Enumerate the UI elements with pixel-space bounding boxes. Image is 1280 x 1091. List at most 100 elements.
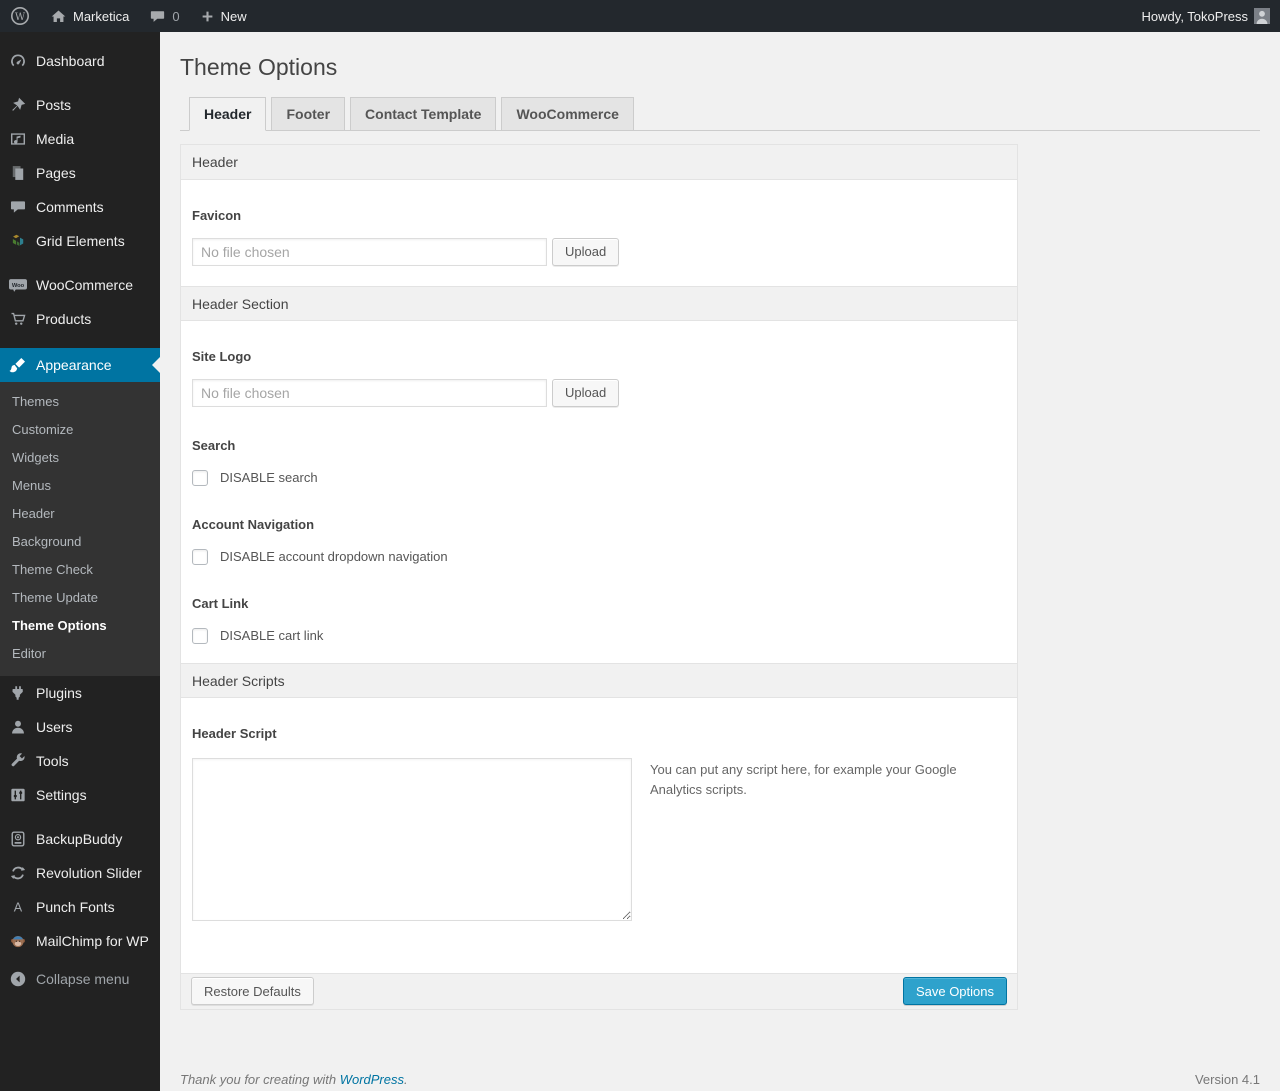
favicon-label: Favicon <box>192 207 242 223</box>
sidebar-item-punch-fonts[interactable]: A Punch Fonts <box>0 890 160 924</box>
submenu-item-editor[interactable]: Editor <box>0 640 160 668</box>
sidebar-item-posts[interactable]: Posts <box>0 88 160 122</box>
submenu-item-header[interactable]: Header <box>0 500 160 528</box>
submenu-item-theme-update[interactable]: Theme Update <box>0 584 160 612</box>
sidebar-item-settings[interactable]: Settings <box>0 778 160 812</box>
submenu-item-widgets[interactable]: Widgets <box>0 444 160 472</box>
sidebar-item-label: Media <box>36 131 75 147</box>
submenu-item-themes[interactable]: Themes <box>0 388 160 416</box>
version-label: Version 4.1 <box>1194 1071 1260 1087</box>
sidebar-item-products[interactable]: Products <box>0 302 160 336</box>
backup-drive-icon <box>8 829 28 849</box>
site-name-link[interactable]: Marketica <box>40 0 139 32</box>
submenu-item-theme-options[interactable]: Theme Options <box>0 612 160 640</box>
sidebar-item-media[interactable]: Media <box>0 122 160 156</box>
new-content-button[interactable]: New <box>190 0 257 32</box>
cart-icon <box>8 309 28 329</box>
letter-a-icon: A <box>8 897 28 917</box>
page-title: Theme Options <box>180 54 338 80</box>
account-navigation-field: Account Navigation DISABLE account dropd… <box>192 486 1006 565</box>
header-script-textarea[interactable] <box>192 757 632 921</box>
disable-search-checkbox[interactable] <box>192 469 208 486</box>
header-section-options-body: Site Logo Upload Search DISABLE search A… <box>181 320 1017 663</box>
tab-contact-template[interactable]: Contact Template <box>350 96 497 130</box>
site-logo-file-input[interactable] <box>192 378 547 407</box>
page-footer: Thank you for creating with WordPress. V… <box>180 1072 1260 1087</box>
sidebar-item-mailchimp[interactable]: MailChimp for WP <box>0 924 160 958</box>
admin-bar-right: Howdy, TokoPress <box>1132 0 1280 32</box>
sidebar-item-label: Grid Elements <box>36 233 125 249</box>
sidebar-item-label: Plugins <box>36 685 82 701</box>
sidebar-item-label: Users <box>36 719 73 735</box>
menu-separator <box>0 258 160 268</box>
section-header-scripts-title: Header Scripts <box>181 662 1017 698</box>
submenu-item-customize[interactable]: Customize <box>0 416 160 444</box>
sidebar-item-label: BackupBuddy <box>36 831 123 847</box>
grid-elements-icon <box>8 231 28 251</box>
sidebar-item-label: WooCommerce <box>36 277 133 293</box>
sidebar-item-dashboard[interactable]: Dashboard <box>0 44 160 78</box>
submenu-item-background[interactable]: Background <box>0 528 160 556</box>
sidebar-item-plugins[interactable]: Plugins <box>0 676 160 710</box>
admin-bar: W Marketica 0 New Howdy, TokoPress <box>0 0 1280 32</box>
tab-header[interactable]: Header <box>189 96 267 131</box>
sidebar-item-label: Revolution Slider <box>36 865 142 881</box>
main-content: Theme Options Header Footer Contact Temp… <box>160 32 1280 1091</box>
monkey-icon <box>8 931 28 951</box>
pages-icon <box>8 163 28 183</box>
sidebar-item-appearance[interactable]: Appearance <box>0 348 160 382</box>
sidebar-item-woocommerce[interactable]: Woo WooCommerce <box>0 268 160 302</box>
tab-footer[interactable]: Footer <box>271 96 346 130</box>
svg-text:Woo: Woo <box>12 283 25 289</box>
sidebar-item-label: Products <box>36 311 92 327</box>
sidebar-item-pages[interactable]: Pages <box>0 156 160 190</box>
sidebar-item-tools[interactable]: Tools <box>0 744 160 778</box>
search-field: Search DISABLE search <box>192 407 1006 486</box>
section-header-section-title: Header Section <box>181 285 1017 321</box>
menu-separator <box>0 78 160 88</box>
site-logo-label: Site Logo <box>192 348 252 364</box>
save-options-button[interactable]: Save Options <box>902 977 1007 1006</box>
account-menu[interactable]: Howdy, TokoPress <box>1132 0 1280 32</box>
sidebar-item-label: Tools <box>36 753 69 769</box>
disable-account-nav-checkbox[interactable] <box>192 548 208 565</box>
submenu-item-menus[interactable]: Menus <box>0 472 160 500</box>
woocommerce-icon: Woo <box>8 275 28 295</box>
collapse-menu-button[interactable]: Collapse menu <box>0 962 160 996</box>
menu-separator <box>0 812 160 822</box>
favicon-upload-button[interactable]: Upload <box>552 237 620 266</box>
header-script-label: Header Script <box>192 725 277 741</box>
cart-link-label: Cart Link <box>192 595 249 611</box>
site-logo-upload-button[interactable]: Upload <box>552 378 620 407</box>
submenu-item-theme-check[interactable]: Theme Check <box>0 556 160 584</box>
sidebar-item-revolution-slider[interactable]: Revolution Slider <box>0 856 160 890</box>
user-icon <box>8 717 28 737</box>
sidebar-item-label: MailChimp for WP <box>36 933 149 949</box>
panel-footer: Restore Defaults Save Options <box>181 972 1017 1009</box>
greeting-label: Howdy, TokoPress <box>1141 8 1248 24</box>
collapse-menu-label: Collapse menu <box>36 971 130 987</box>
sidebar-item-grid-elements[interactable]: Grid Elements <box>0 224 160 258</box>
wordpress-link[interactable]: WordPress <box>340 1072 404 1087</box>
disable-search-checkbox-label[interactable]: DISABLE search <box>220 470 318 485</box>
wordpress-menu-button[interactable]: W <box>0 0 40 32</box>
sidebar-item-users[interactable]: Users <box>0 710 160 744</box>
media-icon <box>8 129 28 149</box>
footer-thanks-text: Thank you for creating with WordPress. <box>180 1072 408 1087</box>
dashboard-icon <box>8 51 28 71</box>
sliders-icon <box>8 785 28 805</box>
sidebar-item-backupbuddy[interactable]: BackupBuddy <box>0 822 160 856</box>
sidebar-item-label: Settings <box>36 787 87 803</box>
footer-thanks-prefix: Thank you for creating with <box>180 1071 340 1087</box>
admin-bar-left: W Marketica 0 New <box>0 0 257 32</box>
disable-account-nav-checkbox-label[interactable]: DISABLE account dropdown navigation <box>220 549 448 564</box>
tab-woocommerce[interactable]: WooCommerce <box>501 96 634 130</box>
header-script-hint: You can put any script here, for example… <box>650 761 957 798</box>
favicon-file-input[interactable] <box>192 237 547 266</box>
section-header-title: Header <box>181 144 1017 180</box>
sidebar-item-comments[interactable]: Comments <box>0 190 160 224</box>
disable-cart-link-checkbox[interactable] <box>192 627 208 644</box>
admin-bar-comments[interactable]: 0 <box>139 0 189 32</box>
restore-defaults-button[interactable]: Restore Defaults <box>191 977 314 1006</box>
disable-cart-link-checkbox-label[interactable]: DISABLE cart link <box>220 628 323 643</box>
